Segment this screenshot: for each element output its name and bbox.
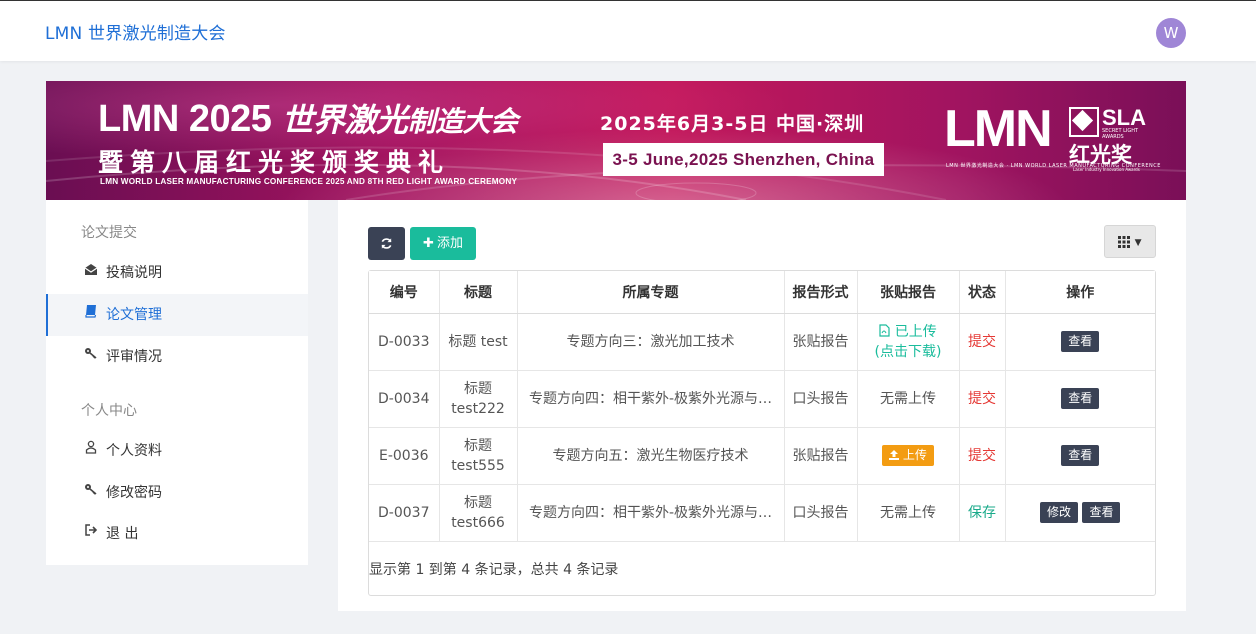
key-icon bbox=[83, 336, 99, 378]
view-button[interactable]: 查看 bbox=[1061, 331, 1100, 352]
lmn-logo: LMN bbox=[944, 100, 1053, 158]
plus-icon: ✚ bbox=[423, 236, 434, 251]
cell-actions: 修改 查看 bbox=[1005, 484, 1155, 542]
cell-topic: 专题方向三：激光加工技术 bbox=[517, 313, 785, 371]
table-header-row: 编号 标题 所属专题 报告形式 张贴报告 状态 操作 bbox=[369, 271, 1155, 314]
banner-date: 2025年6月3-5日 中国·深圳 bbox=[600, 113, 865, 135]
caret-down-icon: ▼ bbox=[1134, 238, 1142, 248]
cell-id: D-0033 bbox=[369, 313, 440, 371]
cell-id: D-0034 bbox=[369, 370, 440, 428]
brand-link[interactable]: LMN 世界激光制造大会 bbox=[45, 19, 226, 44]
table-row: E-0036 标题 test555 专题方向五：激光生物医疗技术 张贴报告 上传… bbox=[369, 427, 1155, 485]
sidebar-item-change-password[interactable]: 修改密码 bbox=[46, 472, 308, 514]
columns-toggle-button[interactable]: ▼ bbox=[1104, 225, 1156, 258]
view-button[interactable]: 查看 bbox=[1082, 502, 1121, 523]
top-navbar: LMN 世界激光制造大会 W bbox=[0, 0, 1256, 61]
add-button[interactable]: ✚ 添加 bbox=[410, 227, 476, 260]
cell-title: 标题 test666 bbox=[439, 484, 518, 542]
cell-status: 提交 bbox=[959, 313, 1006, 371]
key-icon bbox=[83, 472, 99, 514]
cell-status: 提交 bbox=[959, 370, 1006, 428]
cell-poster: 上传 bbox=[857, 427, 960, 485]
sidebar-section-personal: 个人中心 bbox=[81, 403, 137, 419]
papers-table: 编号 标题 所属专题 报告形式 张贴报告 状态 操作 D-0033 标题 tes… bbox=[369, 271, 1155, 542]
user-avatar[interactable]: W bbox=[1156, 18, 1186, 48]
papers-table-container: 编号 标题 所属专题 报告形式 张贴报告 状态 操作 D-0033 标题 tes… bbox=[368, 270, 1156, 596]
banner-title-line2: 暨第八届红光奖颁奖典礼 bbox=[98, 148, 451, 177]
table-row: D-0037 标题 test666 专题方向四：相干紫外-极紫外光源与… 口头报… bbox=[369, 484, 1155, 542]
refresh-icon bbox=[381, 238, 392, 249]
envelope-open-icon bbox=[83, 252, 99, 294]
user-icon bbox=[83, 430, 99, 472]
cell-status: 提交 bbox=[959, 427, 1006, 485]
cell-topic: 专题方向四：相干紫外-极紫外光源与… bbox=[517, 484, 785, 542]
cell-status: 保存 bbox=[959, 484, 1006, 542]
cell-title: 标题 test222 bbox=[439, 370, 518, 428]
banner-title: LMN 2025 世界激光制造大会 bbox=[98, 98, 518, 140]
column-header-topic[interactable]: 所属专题 bbox=[517, 271, 785, 314]
conference-banner: LMN 2025 世界激光制造大会 暨第八届红光奖颁奖典礼 LMN WORLD … bbox=[46, 81, 1186, 200]
sidebar-item-logout[interactable]: 退 出 bbox=[46, 513, 308, 555]
paper-management-panel: ✚ 添加 ▼ 编号 标题 所属专题 报告形式 张贴报告 状态 操作 D-0033… bbox=[338, 200, 1186, 611]
cell-id: D-0037 bbox=[369, 484, 440, 542]
cell-report-form: 张贴报告 bbox=[784, 313, 858, 371]
table-row: D-0034 标题 test222 专题方向四：相干紫外-极紫外光源与… 口头报… bbox=[369, 370, 1155, 428]
view-button[interactable]: 查看 bbox=[1061, 445, 1100, 466]
cell-actions: 查看 bbox=[1005, 313, 1155, 371]
column-header-status[interactable]: 状态 bbox=[959, 271, 1006, 314]
cell-actions: 查看 bbox=[1005, 370, 1155, 428]
sla-logo: SLA SECRET LIGHT AWARDS 红光奖 Laser Indust… bbox=[1069, 105, 1146, 172]
cell-title: 标题 test bbox=[439, 313, 518, 371]
sidebar: 论文提交 投稿说明 论文管理 评审情况 个人中心 个人资料 修改密码 退 出 bbox=[46, 200, 308, 565]
table-row: D-0033 标题 test 专题方向三：激光加工技术 张贴报告 已上传 (点击… bbox=[369, 313, 1155, 371]
pagination-info: 显示第 1 到第 4 条记录，总共 4 条记录 bbox=[369, 562, 619, 578]
column-header-poster[interactable]: 张贴报告 bbox=[857, 271, 960, 314]
cell-poster: 无需上传 bbox=[857, 484, 960, 542]
column-header-actions: 操作 bbox=[1005, 271, 1155, 314]
cell-topic: 专题方向五：激光生物医疗技术 bbox=[517, 427, 785, 485]
column-header-title[interactable]: 标题 bbox=[439, 271, 518, 314]
poster-download-link[interactable]: 已上传 (点击下载) bbox=[858, 322, 959, 362]
cell-report-form: 口头报告 bbox=[784, 370, 858, 428]
view-button[interactable]: 查看 bbox=[1061, 388, 1100, 409]
banner-subtitle: LMN WORLD LASER MANUFACTURING CONFERENCE… bbox=[100, 177, 518, 186]
file-pdf-icon bbox=[879, 323, 894, 340]
cell-id: E-0036 bbox=[369, 427, 440, 485]
refresh-button[interactable] bbox=[368, 227, 405, 260]
upload-button[interactable]: 上传 bbox=[882, 445, 934, 466]
column-header-id[interactable]: 编号 bbox=[369, 271, 440, 314]
column-header-report-form[interactable]: 报告形式 bbox=[784, 271, 858, 314]
cell-actions: 查看 bbox=[1005, 427, 1155, 485]
edit-button[interactable]: 修改 bbox=[1040, 502, 1079, 523]
cell-poster: 已上传 (点击下载) bbox=[857, 313, 960, 371]
cell-report-form: 口头报告 bbox=[784, 484, 858, 542]
cell-poster: 无需上传 bbox=[857, 370, 960, 428]
sidebar-item-profile[interactable]: 个人资料 bbox=[46, 430, 308, 472]
book-icon bbox=[83, 294, 99, 336]
banner-date-english: 3-5 June,2025 Shenzhen, China bbox=[603, 143, 884, 176]
cell-report-form: 张贴报告 bbox=[784, 427, 858, 485]
cell-title: 标题 test555 bbox=[439, 427, 518, 485]
sidebar-section-paper: 论文提交 bbox=[81, 225, 137, 241]
grid-icon bbox=[1118, 235, 1131, 248]
sidebar-item-guidelines[interactable]: 投稿说明 bbox=[46, 252, 308, 294]
sign-out-icon bbox=[83, 513, 99, 555]
cell-topic: 专题方向四：相干紫外-极紫外光源与… bbox=[517, 370, 785, 428]
upload-icon bbox=[889, 448, 903, 462]
sidebar-item-paper-management[interactable]: 论文管理 bbox=[46, 294, 308, 336]
sidebar-item-review-status[interactable]: 评审情况 bbox=[46, 336, 308, 378]
